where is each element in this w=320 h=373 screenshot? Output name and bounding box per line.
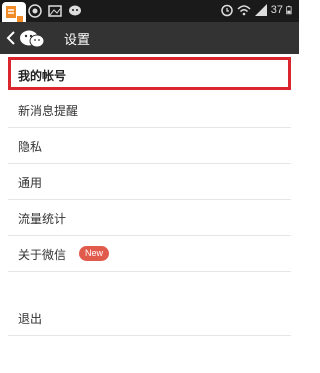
wifi-icon	[237, 5, 251, 16]
menu-item-privacy[interactable]: 隐私	[8, 128, 291, 164]
image-icon	[48, 5, 62, 17]
menu-item-general[interactable]: 通用	[8, 164, 291, 200]
menu-item-label: 隐私	[18, 140, 43, 154]
new-badge: New	[79, 246, 110, 261]
signal-icon	[254, 4, 267, 16]
title-bar: 设置	[0, 22, 299, 54]
status-bar: 37	[0, 0, 299, 26]
menu-item-label: 我的帐号	[18, 69, 67, 83]
menu-item-my-account[interactable]: 我的帐号	[8, 57, 291, 90]
alarm-icon	[221, 4, 233, 17]
menu-item-data-usage[interactable]: 流量统计	[8, 200, 291, 236]
section-divider	[0, 282, 299, 300]
page-title: 设置	[64, 33, 91, 48]
menu-item-new-message-alerts[interactable]: 新消息提醒	[8, 92, 291, 128]
battery-icon	[286, 5, 292, 15]
menu-item-label: 通用	[18, 176, 43, 190]
message-icon	[28, 4, 42, 18]
menu-item-about-wechat[interactable]: 关于微信 New	[8, 236, 291, 272]
wechat-logo-icon	[20, 30, 45, 48]
menu-item-label: 新消息提醒	[18, 104, 79, 118]
menu-item-label: 退出	[18, 312, 43, 326]
menu-item-label: 关于微信	[18, 248, 67, 262]
menu-item-label: 流量统计	[18, 212, 67, 226]
battery-level: 37	[270, 4, 283, 16]
chat-icon	[69, 5, 81, 16]
back-arrow-icon[interactable]	[6, 30, 16, 46]
menu-item-logout[interactable]: 退出	[8, 300, 291, 336]
